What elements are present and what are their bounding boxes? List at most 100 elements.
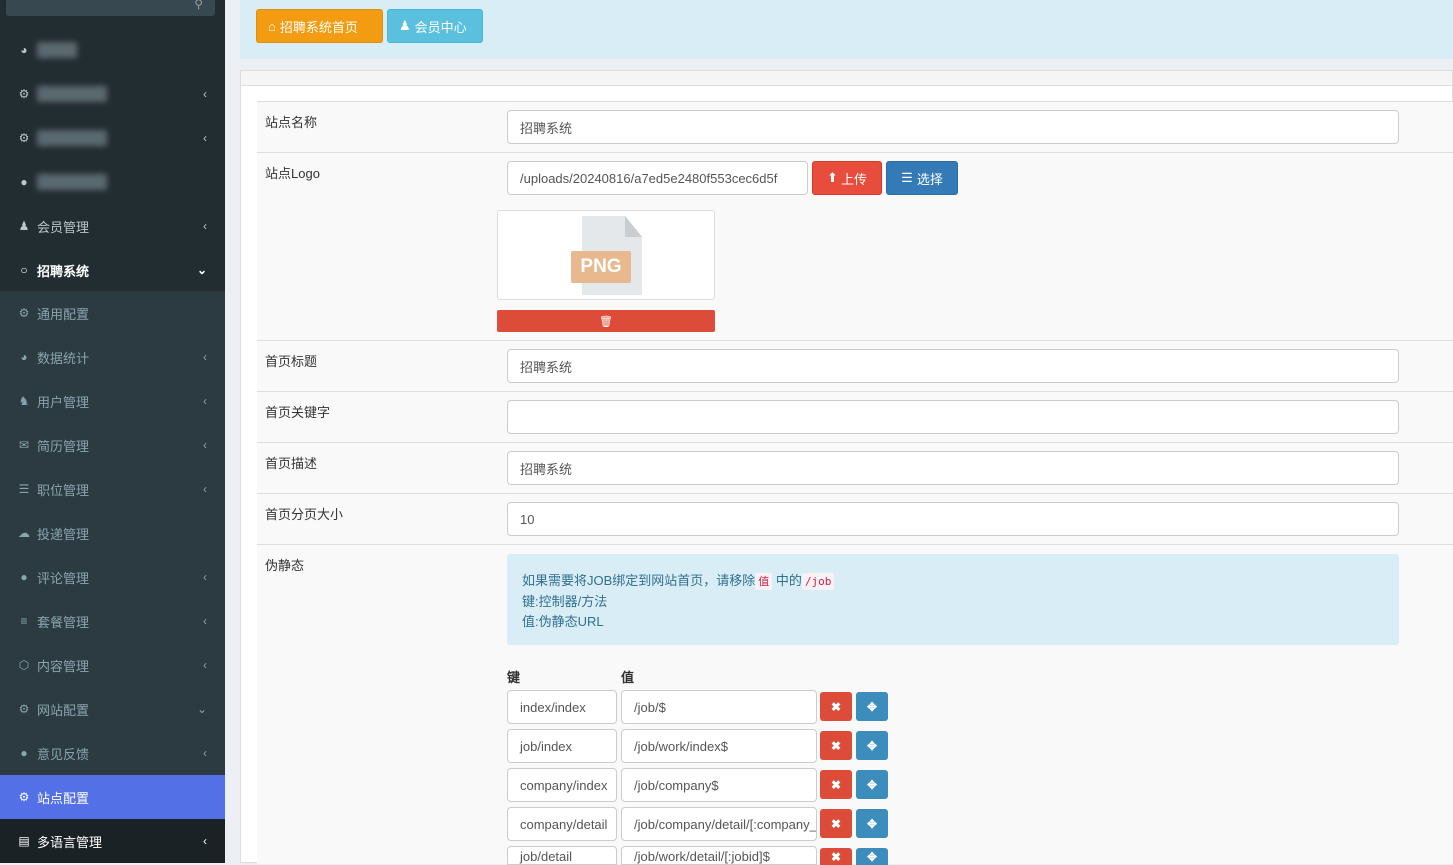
- list-icon: ☰: [901, 170, 913, 185]
- home-title-input[interactable]: 招聘系统: [507, 349, 1399, 383]
- gear-icon: ⚙: [18, 131, 30, 145]
- sidebar-item-statistics[interactable]: ◕ 数据统计 ‹: [0, 335, 225, 379]
- sidebar-item-packages[interactable]: ≡ 套餐管理 ‹: [0, 599, 225, 643]
- sidebar-item-label: 多语言管理: [37, 834, 103, 850]
- value-header: 值: [621, 670, 635, 685]
- remove-row-button[interactable]: ✖: [820, 848, 852, 865]
- users-icon: ♞: [18, 394, 30, 408]
- sidebar-item-member[interactable]: ♟ 会员管理 ‹: [0, 204, 225, 248]
- sidebar-item-content[interactable]: ⬡ 内容管理 ‹: [0, 643, 225, 687]
- field-label: 站点名称: [265, 115, 318, 130]
- drag-row-button[interactable]: ✥: [856, 848, 888, 865]
- envelope-icon: ✉: [18, 438, 30, 452]
- chevron-left-icon: ‹: [203, 87, 207, 101]
- sidebar-item-blurred-1[interactable]: ◕: [0, 28, 225, 72]
- chevron-left-icon: ‹: [203, 394, 207, 408]
- dashboard-icon: ◕: [20, 350, 28, 364]
- sidebar-item-label: 通用配置: [37, 306, 90, 322]
- drag-row-button[interactable]: ✥: [856, 731, 888, 760]
- home-keywords-input[interactable]: [507, 400, 1399, 434]
- circle-icon: ○: [20, 263, 28, 277]
- sidebar-item-comments[interactable]: ● 评论管理 ‹: [0, 555, 225, 599]
- list-icon: ≡: [20, 614, 28, 628]
- remove-row-button[interactable]: ✖: [820, 731, 852, 760]
- tip-line-2: 键:控制器/方法: [522, 594, 608, 609]
- logo-path-input[interactable]: /uploads/20240816/a7ed5e2480f553cec6d5f: [507, 161, 808, 195]
- code-job: /job: [801, 573, 835, 590]
- upload-button[interactable]: ⬆ 上传: [812, 161, 882, 195]
- file-type-badge: PNG: [571, 251, 631, 283]
- align-center-icon: ☰: [18, 482, 30, 496]
- sidebar-item-jobs[interactable]: ☰ 职位管理 ‹: [0, 467, 225, 511]
- field-label: 首页描述: [265, 456, 318, 471]
- gem-icon: ⬡: [18, 658, 30, 672]
- field-label: 首页标题: [265, 354, 318, 369]
- select-button[interactable]: ☰ 选择: [886, 161, 958, 195]
- code-value: 值: [755, 573, 773, 590]
- home-desc-input[interactable]: 招聘系统: [507, 451, 1399, 485]
- sidebar-item-station-config[interactable]: ⚙ 站点配置: [0, 775, 225, 819]
- user-icon: ♟: [18, 219, 30, 233]
- sidebar-item-label: 意见反馈: [37, 746, 90, 762]
- rewrite-key-input[interactable]: job/detail: [507, 846, 617, 865]
- field-label: 站点Logo: [265, 166, 320, 181]
- chevron-left-icon: ‹: [203, 614, 207, 628]
- site-name-input[interactable]: 招聘系统: [507, 110, 1399, 144]
- form-row-home-desc: 首页描述 招聘系统: [257, 442, 1453, 494]
- sidebar-item-recruit[interactable]: ○ 招聘系统 ⌄: [0, 248, 225, 292]
- sidebar-item-label: 投递管理: [37, 526, 90, 542]
- form-row-home-keywords: 首页关键字: [257, 391, 1453, 443]
- rewrite-value-input[interactable]: /job/work/detail/[:jobid]$: [621, 846, 817, 865]
- circle-icon: ●: [20, 175, 28, 189]
- chevron-left-icon: ‹: [203, 658, 207, 672]
- sidebar-item-general-config[interactable]: ⚙ 通用配置: [0, 291, 225, 335]
- gear-icon: ⚙: [18, 306, 30, 320]
- rewrite-value-input[interactable]: /job/company$: [621, 768, 817, 802]
- sidebar-item-blurred-4[interactable]: ●: [0, 160, 225, 204]
- delete-logo-button[interactable]: 🗑: [497, 310, 715, 332]
- sidebar-item-users[interactable]: ♞ 用户管理 ‹: [0, 379, 225, 423]
- sidebar-item-site-config[interactable]: ⚙ 网站配置 ⌄: [0, 687, 225, 731]
- upload-icon: ⬆: [827, 170, 838, 185]
- rewrite-value-input[interactable]: /job/work/index$: [621, 729, 817, 763]
- chevron-down-icon: ⌄: [196, 702, 207, 716]
- remove-row-button[interactable]: ✖: [820, 692, 852, 721]
- remove-row-button[interactable]: ✖: [820, 809, 852, 838]
- form-row-rewrite: 伪静态 如果需要将JOB绑定到网站首页，请移除值 中的/job 键:控制器/方法…: [257, 544, 1453, 865]
- rewrite-key-input[interactable]: company/detail: [507, 807, 617, 841]
- comments-icon: ●: [20, 746, 28, 760]
- remove-row-button[interactable]: ✖: [820, 770, 852, 799]
- sidebar-item-resume[interactable]: ✉ 简历管理 ‹: [0, 423, 225, 467]
- form-row-site-name: 站点名称 招聘系统: [257, 101, 1453, 153]
- drag-row-button[interactable]: ✥: [856, 692, 888, 721]
- rewrite-value-input[interactable]: /job/company/detail/[:company_id]$: [621, 807, 817, 841]
- sidebar-item-label: 数据统计: [37, 350, 90, 366]
- search-icon: ⚲: [194, 0, 203, 11]
- home-icon: ⌂: [268, 18, 276, 34]
- top-bar: ⌂ 招聘系统首页 ♟ 会员中心: [240, 0, 1453, 59]
- sidebar-search[interactable]: ⚲: [6, 0, 215, 16]
- comment-icon: ●: [20, 570, 28, 584]
- page-size-input[interactable]: 10: [507, 502, 1399, 536]
- sidebar-item-delivery[interactable]: ☁ 投递管理: [0, 511, 225, 555]
- sidebar-item-blurred-3[interactable]: ⚙ ‹: [0, 116, 225, 160]
- drag-row-button[interactable]: ✥: [856, 809, 888, 838]
- chevron-left-icon: ‹: [203, 131, 207, 145]
- drag-row-button[interactable]: ✥: [856, 770, 888, 799]
- sidebar-item-language[interactable]: ▤ 多语言管理 ‹: [0, 819, 225, 863]
- sidebar-item-blurred-2[interactable]: ⚙ ‹: [0, 72, 225, 116]
- logo-preview[interactable]: PNG: [497, 210, 715, 300]
- rewrite-key-input[interactable]: company/index: [507, 768, 617, 802]
- rewrite-key-input[interactable]: index/index: [507, 690, 617, 724]
- cogs-icon: ⚙: [18, 790, 30, 804]
- sidebar-item-feedback[interactable]: ● 意见反馈 ‹: [0, 731, 225, 775]
- sidebar-item-label: 用户管理: [37, 394, 90, 410]
- chevron-left-icon: ‹: [203, 834, 207, 848]
- recruit-home-button[interactable]: ⌂ 招聘系统首页: [256, 9, 383, 43]
- chevron-left-icon: ‹: [203, 438, 207, 452]
- member-center-button[interactable]: ♟ 会员中心: [387, 9, 483, 43]
- chevron-left-icon: ‹: [203, 350, 207, 364]
- rewrite-value-input[interactable]: /job/$: [621, 690, 817, 724]
- form-row-page-size: 首页分页大小 10: [257, 493, 1453, 545]
- rewrite-key-input[interactable]: job/index: [507, 729, 617, 763]
